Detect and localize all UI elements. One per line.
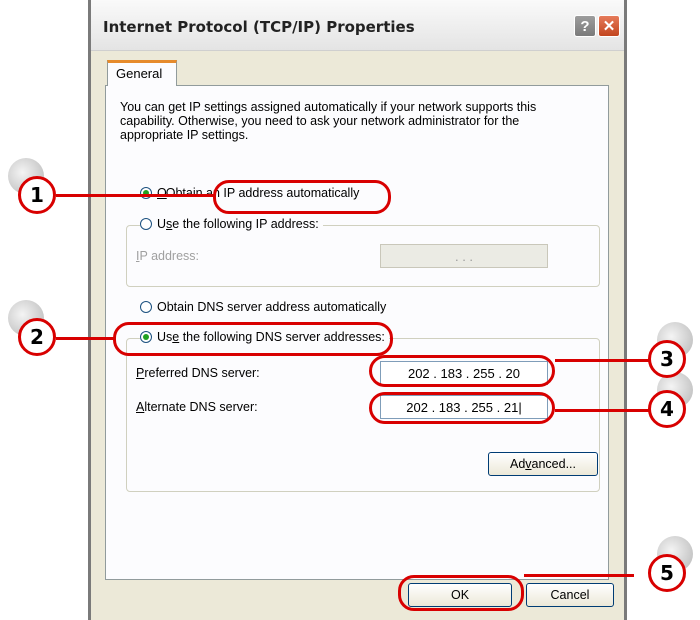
callout-line-2 [56, 337, 116, 340]
tab-general[interactable]: General [107, 60, 177, 86]
obtain-dns-auto-label: Obtain DNS server address automatically [157, 300, 387, 314]
dialog-window: Internet Protocol (TCP/IP) Properties ? … [88, 0, 627, 620]
obtain-ip-auto-label: OObtain an IP address automatically [157, 186, 360, 200]
ip-address-label: IP address: [136, 249, 200, 263]
callout-2: 2 [18, 318, 56, 356]
radio-unselected-icon [140, 301, 152, 313]
advanced-button[interactable]: Advanced... [488, 452, 598, 476]
help-button[interactable]: ? [574, 15, 596, 37]
cancel-button[interactable]: Cancel [526, 583, 614, 607]
callout-1: 1 [18, 176, 56, 214]
tab-general-label: General [116, 66, 163, 81]
obtain-dns-auto-radio[interactable]: Obtain DNS server address automatically [140, 300, 391, 314]
use-following-ip-label: Use the following IP address: [157, 217, 319, 231]
callout-line-5 [524, 574, 634, 577]
general-tab-panel: You can get IP settings assigned automat… [105, 85, 609, 580]
callout-4: 4 [648, 390, 686, 428]
alternate-dns-label: Alternate DNS server: [136, 400, 258, 414]
advanced-button-label: Advanced... [509, 457, 577, 471]
use-following-ip-radio[interactable]: Use the following IP address: [140, 217, 323, 231]
callout-line-1 [56, 194, 214, 197]
question-mark-icon: ? [580, 17, 590, 35]
radio-selected-icon [140, 187, 152, 199]
use-following-dns-radio[interactable]: Use the following DNS server addresses: [140, 330, 389, 344]
dialog-title: Internet Protocol (TCP/IP) Properties [103, 18, 415, 36]
obtain-ip-auto-radio[interactable]: OObtain an IP address automatically [140, 186, 364, 200]
ip-address-field[interactable]: . . . [380, 244, 548, 268]
description-text: You can get IP settings assigned automat… [120, 100, 537, 142]
ok-button[interactable]: OK [408, 583, 512, 607]
preferred-dns-label: Preferred DNS server: [136, 366, 260, 380]
alternate-dns-field[interactable]: 202 . 183 . 255 . 21| [380, 395, 548, 419]
title-bar[interactable]: Internet Protocol (TCP/IP) Properties ? … [91, 0, 624, 51]
callout-line-4 [555, 409, 651, 412]
use-following-dns-label: Use the following DNS server addresses: [157, 330, 385, 344]
preferred-dns-field[interactable]: 202 . 183 . 255 . 20 [380, 361, 548, 385]
callout-5: 5 [648, 554, 686, 592]
close-button[interactable]: ✕ [598, 15, 620, 37]
callout-line-3 [555, 359, 651, 362]
radio-selected-icon [140, 331, 152, 343]
callout-3: 3 [648, 340, 686, 378]
close-icon: ✕ [602, 18, 616, 35]
radio-unselected-icon [140, 218, 152, 230]
